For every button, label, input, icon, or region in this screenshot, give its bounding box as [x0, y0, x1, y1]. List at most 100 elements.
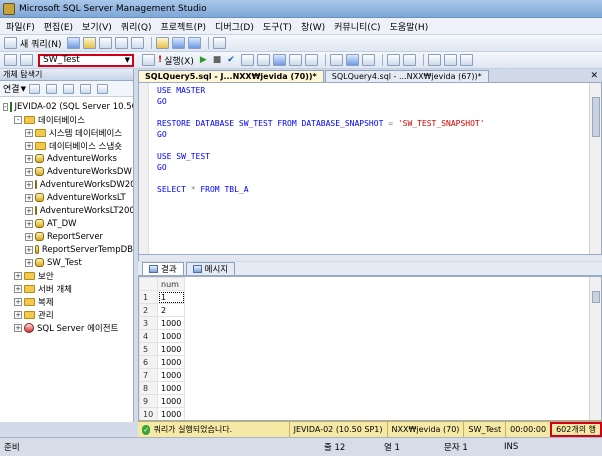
mdx-query-icon[interactable] [99, 37, 113, 49]
cell-num[interactable]: 1000 [156, 329, 186, 343]
tree-item[interactable]: + 데이터베이스 스냅숏 [0, 139, 133, 152]
comment-icon[interactable] [386, 54, 400, 66]
expand-icon[interactable]: + [25, 232, 33, 241]
tree-item[interactable]: + AdventureWorksLT [0, 191, 133, 204]
row-number[interactable]: 5 [139, 342, 158, 356]
tree-item[interactable]: - 데이터베이스 [0, 113, 133, 126]
new-query-button[interactable]: 새 쿼리(N) [20, 37, 61, 50]
tree-item[interactable]: + AT_DW [0, 217, 133, 230]
row-number[interactable]: 8 [139, 381, 158, 395]
collapse-icon[interactable]: - [14, 115, 22, 124]
menu-item[interactable]: 보기(V) [82, 20, 112, 33]
cancel-query-button[interactable]: ■ [213, 55, 222, 65]
cell-num[interactable]: 1000 [156, 394, 186, 408]
table-row[interactable]: 22 [139, 303, 186, 317]
expand-icon[interactable]: + [25, 193, 33, 202]
collapse-icon[interactable]: - [3, 102, 8, 111]
table-row[interactable]: 4 1000 [139, 329, 186, 343]
expand-icon[interactable]: + [25, 141, 33, 150]
tree-item[interactable]: + SQL Server 에이전트 [0, 321, 133, 334]
results-grid[interactable]: num 1 1 2 2 3 1000 4 1000 5 1000 6 1000 7 1000 8 1000 9 1… [138, 276, 602, 421]
expand-icon[interactable]: + [25, 128, 33, 137]
connect-icon[interactable] [4, 54, 17, 66]
filter-icon[interactable] [79, 83, 91, 94]
editor-vertical-scrollbar[interactable] [589, 83, 601, 254]
connect-explorer-icon[interactable] [28, 83, 40, 94]
row-number[interactable]: 2 [139, 303, 158, 317]
row-number[interactable]: 9 [139, 394, 158, 408]
expand-icon[interactable]: + [14, 297, 22, 306]
cell-num[interactable]: 1000 [156, 342, 186, 356]
tab-sqlquery4[interactable]: SQLQuery4.sql - ...NXX₩jevida (67))* [324, 70, 489, 82]
xmla-query-icon[interactable] [131, 37, 145, 49]
menu-item[interactable]: 디버그(D) [215, 20, 254, 33]
expand-icon[interactable]: + [14, 310, 22, 319]
expand-icon[interactable]: + [14, 323, 22, 332]
row-number[interactable]: 3 [139, 316, 158, 330]
sql-icon[interactable] [142, 54, 155, 66]
chevron-down-icon[interactable]: ▼ [21, 85, 26, 93]
available-databases-dropdown[interactable]: SW_Test ▼ [38, 53, 134, 67]
table-row[interactable]: 8 1000 [139, 381, 186, 395]
save-all-icon[interactable] [188, 37, 202, 49]
tree-item[interactable]: + 복제 [0, 295, 133, 308]
results-to-file-icon[interactable] [361, 54, 375, 66]
cell-num[interactable]: 1000 [156, 407, 186, 420]
tree-item[interactable]: + SW_Test [0, 256, 133, 269]
intellisense-icon[interactable] [272, 54, 286, 66]
cell-num[interactable]: 1000 [156, 368, 186, 382]
table-row[interactable]: 7 1000 [139, 368, 186, 382]
menu-item[interactable]: 커뮤니티(C) [334, 20, 380, 33]
client-stats-icon[interactable] [304, 54, 318, 66]
results-vertical-scrollbar[interactable] [589, 277, 601, 420]
tree-item[interactable]: + 서버 개체 [0, 282, 133, 295]
expand-icon[interactable]: + [25, 180, 33, 189]
debug-button[interactable]: ▶ [200, 55, 207, 65]
row-number[interactable]: 7 [139, 368, 158, 382]
tree-item[interactable]: + AdventureWorksDW20 [0, 178, 133, 191]
tree-item[interactable]: + AdventureWorks [0, 152, 133, 165]
cell-num[interactable]: 2 [156, 303, 186, 317]
results-to-text-icon[interactable] [329, 54, 343, 66]
cell-num[interactable]: 1000 [156, 316, 186, 330]
row-number[interactable]: 4 [139, 329, 158, 343]
disconnect-icon[interactable] [45, 83, 57, 94]
table-row[interactable]: 10 1000 [139, 407, 186, 420]
row-number[interactable]: 10 [139, 407, 158, 420]
table-row[interactable]: 9 1000 [139, 394, 186, 408]
sql-code[interactable]: USE MASTER GO RESTORE DATABASE SW_TEST FRO… [157, 85, 485, 195]
query-editor[interactable]: USE MASTER GO RESTORE DATABASE SW_TEST FRO… [138, 82, 602, 255]
row-number[interactable]: 6 [139, 355, 158, 369]
db-engine-query-icon[interactable] [67, 37, 81, 49]
include-plan-icon[interactable] [288, 54, 302, 66]
query-options-icon[interactable] [256, 54, 270, 66]
table-row[interactable]: 3 1000 [139, 316, 186, 330]
column-header-num[interactable]: num [156, 277, 186, 291]
decrease-indent-icon[interactable] [427, 54, 441, 66]
table-row[interactable]: 6 1000 [139, 355, 186, 369]
increase-indent-icon[interactable] [443, 54, 457, 66]
activity-monitor-icon[interactable] [213, 37, 227, 49]
tree-item[interactable]: + AdventureWorksDW [0, 165, 133, 178]
new-query-icon[interactable] [4, 37, 17, 49]
uncomment-icon[interactable] [402, 54, 416, 66]
menu-item[interactable]: 쿼리(Q) [121, 20, 152, 33]
menu-item[interactable]: 창(W) [301, 20, 325, 33]
menu-item[interactable]: 도움말(H) [390, 20, 429, 33]
tree-item[interactable]: + 시스템 데이터베이스 [0, 126, 133, 139]
cell-num[interactable]: 1000 [156, 355, 186, 369]
close-icon[interactable]: ✕ [590, 71, 598, 81]
tree-item[interactable]: + 보안 [0, 269, 133, 282]
cell-num[interactable]: 1000 [156, 381, 186, 395]
display-plan-icon[interactable] [240, 54, 254, 66]
expand-icon[interactable]: + [25, 258, 33, 267]
save-icon[interactable] [172, 37, 186, 49]
menu-item[interactable]: 편집(E) [44, 20, 73, 33]
tab-messages[interactable]: 메시지 [185, 262, 236, 275]
scroll-thumb[interactable] [592, 291, 600, 303]
scroll-thumb[interactable] [592, 97, 600, 137]
expand-icon[interactable]: + [14, 271, 22, 280]
expand-icon[interactable]: + [25, 245, 33, 254]
specify-values-icon[interactable] [459, 54, 473, 66]
refresh-icon[interactable] [96, 83, 108, 94]
